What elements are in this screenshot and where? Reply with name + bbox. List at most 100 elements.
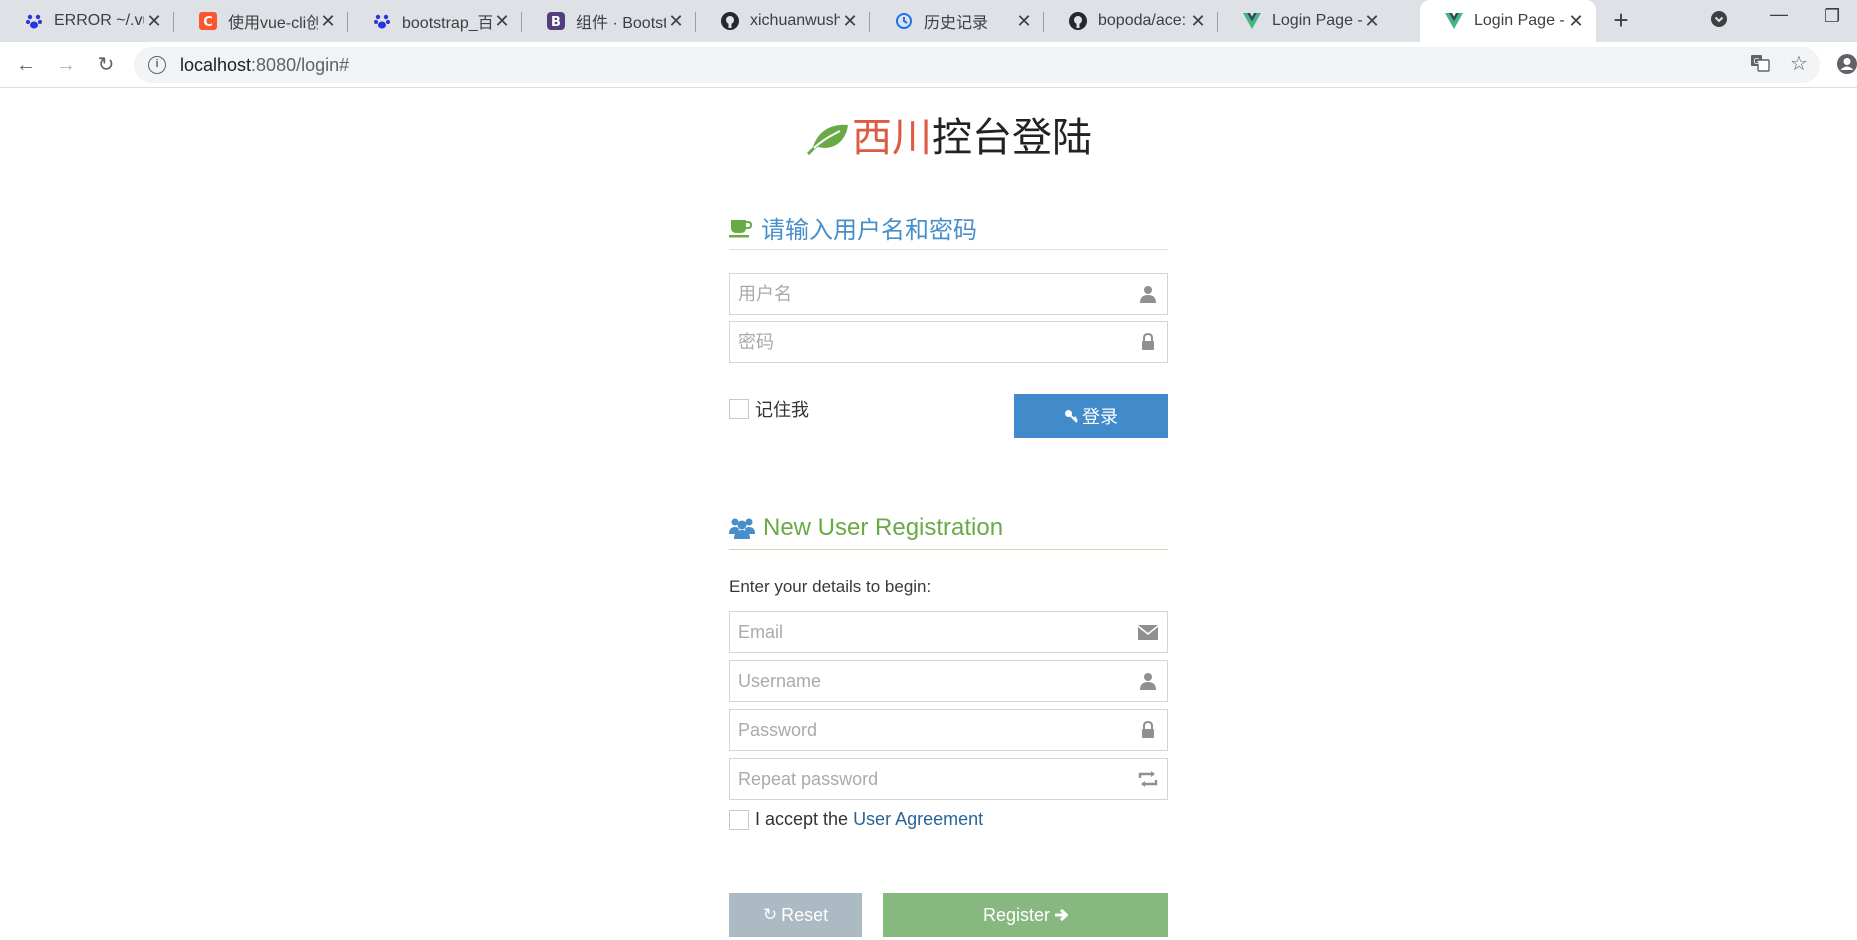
login-box: 请输入用户名和密码 记住我 登录 bbox=[729, 210, 1168, 460]
address-bar[interactable]: i localhost:8080/login# bbox=[134, 47, 1820, 83]
browser-tab[interactable]: C 使用vue-cli创 ✕ bbox=[174, 0, 348, 42]
close-icon[interactable]: ✕ bbox=[1566, 11, 1586, 32]
close-icon[interactable]: ✕ bbox=[840, 11, 860, 32]
login-button[interactable]: 登录 bbox=[1014, 394, 1168, 438]
user-icon bbox=[1137, 672, 1159, 690]
close-icon[interactable]: ✕ bbox=[318, 11, 338, 32]
minimize-button[interactable]: — bbox=[1770, 4, 1788, 25]
url-host: localhost bbox=[180, 54, 252, 75]
username-field[interactable] bbox=[729, 273, 1168, 315]
chevron-down-icon bbox=[1711, 11, 1727, 27]
username-input[interactable] bbox=[738, 283, 1137, 305]
register-button-label: Register bbox=[982, 904, 1051, 925]
maximize-button[interactable]: ❐ bbox=[1824, 6, 1840, 27]
close-icon[interactable]: ✕ bbox=[492, 11, 512, 32]
tab-title: bopoda/ace: bbox=[1098, 12, 1187, 29]
password-input[interactable] bbox=[738, 331, 1137, 353]
browser-tabstrip: ERROR ~/.vue ✕ C 使用vue-cli创 ✕ bootstrap_… bbox=[0, 0, 1857, 42]
repeat-password-field[interactable] bbox=[729, 758, 1168, 800]
registration-lead-text: Enter your details to begin: bbox=[729, 577, 932, 596]
forward-arrow-icon[interactable]: → bbox=[54, 53, 78, 77]
close-icon[interactable]: ✕ bbox=[666, 11, 686, 32]
new-tab-button[interactable]: + bbox=[1608, 7, 1634, 34]
coffee-icon bbox=[729, 217, 753, 239]
accept-prefix-label: I accept the bbox=[755, 809, 849, 829]
registration-header-text: New User Registration bbox=[763, 513, 1004, 541]
tab-search-button[interactable] bbox=[1710, 10, 1728, 33]
user-agreement-link[interactable]: User Agreement bbox=[853, 809, 983, 830]
users-icon bbox=[729, 517, 755, 539]
key-icon bbox=[1064, 409, 1078, 423]
remember-me-label: 记住我 bbox=[755, 400, 809, 420]
register-password-input[interactable] bbox=[738, 719, 1137, 741]
email-field[interactable] bbox=[729, 611, 1168, 653]
svg-text:C: C bbox=[203, 15, 213, 30]
bootstrap-icon: B bbox=[546, 11, 566, 31]
login-button-label: 登录 bbox=[1082, 407, 1118, 427]
tab-title: 历史记录 bbox=[924, 15, 989, 32]
login-page: 西川控台登陆 请输入用户名和密码 记住我 bbox=[0, 89, 1857, 940]
browser-tab[interactable]: xichuanwush ✕ bbox=[696, 0, 870, 42]
login-header: 请输入用户名和密码 bbox=[729, 210, 1168, 250]
baidu-icon bbox=[24, 11, 44, 31]
browser-tab-active[interactable]: Login Page - ✕ bbox=[1420, 0, 1596, 42]
tab-title: Login Page - bbox=[1272, 12, 1362, 29]
baidu-icon bbox=[372, 11, 392, 31]
close-icon[interactable]: ✕ bbox=[144, 11, 164, 32]
back-arrow-icon[interactable]: ← bbox=[14, 53, 38, 77]
tab-title: 使用vue-cli创 bbox=[228, 15, 318, 32]
register-username-field[interactable] bbox=[729, 660, 1168, 702]
register-password-field[interactable] bbox=[729, 709, 1168, 751]
registration-header: New User Registration bbox=[729, 510, 1168, 550]
svg-text:B: B bbox=[551, 15, 561, 30]
site-info-icon[interactable]: i bbox=[148, 56, 166, 74]
register-button[interactable]: Register bbox=[883, 893, 1168, 937]
brand-name-red: 西川 bbox=[852, 116, 932, 160]
browser-tab[interactable]: bopoda/ace: ✕ bbox=[1044, 0, 1218, 42]
reset-button-label: Reset bbox=[781, 904, 829, 925]
remember-me-checkbox[interactable]: 记住我 bbox=[729, 396, 809, 422]
password-field[interactable] bbox=[729, 321, 1168, 363]
browser-tab[interactable]: ERROR ~/.vue ✕ bbox=[0, 0, 174, 42]
reset-button[interactable]: ↻ Reset bbox=[729, 893, 862, 937]
github-icon bbox=[1068, 11, 1088, 31]
register-username-input[interactable] bbox=[738, 670, 1137, 692]
refresh-icon: ↻ bbox=[762, 905, 778, 924]
browser-tab[interactable]: B 组件 · Bootstr ✕ bbox=[522, 0, 696, 42]
page-title: 西川 控台登陆 bbox=[806, 113, 1092, 163]
leaf-icon bbox=[806, 121, 850, 155]
svg-text:G: G bbox=[1753, 57, 1759, 66]
envelope-icon bbox=[1137, 624, 1159, 640]
repeat-password-input[interactable] bbox=[738, 768, 1137, 790]
browser-tab[interactable]: 历史记录 ✕ bbox=[870, 0, 1044, 42]
close-icon[interactable]: ✕ bbox=[1014, 11, 1034, 32]
vue-icon bbox=[1444, 11, 1464, 31]
tab-title: ERROR ~/.vue bbox=[54, 12, 144, 29]
accept-agreement-checkbox[interactable]: I accept the User Agreement bbox=[729, 809, 983, 830]
reload-icon[interactable]: ↻ bbox=[94, 53, 118, 77]
bookmark-star-icon[interactable]: ☆ bbox=[1790, 51, 1808, 76]
close-icon[interactable]: ✕ bbox=[1362, 11, 1382, 32]
close-icon[interactable]: ✕ bbox=[1188, 11, 1208, 32]
checkbox[interactable] bbox=[729, 399, 749, 419]
profile-avatar-icon[interactable] bbox=[1836, 53, 1857, 81]
user-icon bbox=[1137, 285, 1159, 303]
tab-title: xichuanwush bbox=[750, 12, 840, 29]
retweet-icon bbox=[1137, 771, 1159, 787]
email-input[interactable] bbox=[738, 621, 1137, 643]
registration-box: New User Registration Enter your details… bbox=[729, 510, 1168, 940]
brand-name-dark: 控台登陆 bbox=[932, 116, 1092, 160]
browser-tab[interactable]: Login Page - ✕ bbox=[1218, 0, 1392, 42]
login-header-text: 请输入用户名和密码 bbox=[761, 217, 977, 244]
checkbox[interactable] bbox=[729, 809, 749, 830]
lock-icon bbox=[1137, 333, 1159, 351]
github-icon bbox=[720, 11, 740, 31]
browser-toolbar: ← → ↻ i localhost:8080/login# G ☆ bbox=[0, 42, 1857, 88]
csdn-icon: C bbox=[198, 11, 218, 31]
lock-icon bbox=[1137, 721, 1159, 739]
browser-tab[interactable]: bootstrap_百 ✕ bbox=[348, 0, 522, 42]
translate-icon[interactable]: G bbox=[1750, 53, 1770, 79]
tab-title: 组件 · Bootstr bbox=[576, 15, 666, 32]
history-icon bbox=[894, 11, 914, 31]
url-path: :8080/login# bbox=[251, 54, 350, 75]
